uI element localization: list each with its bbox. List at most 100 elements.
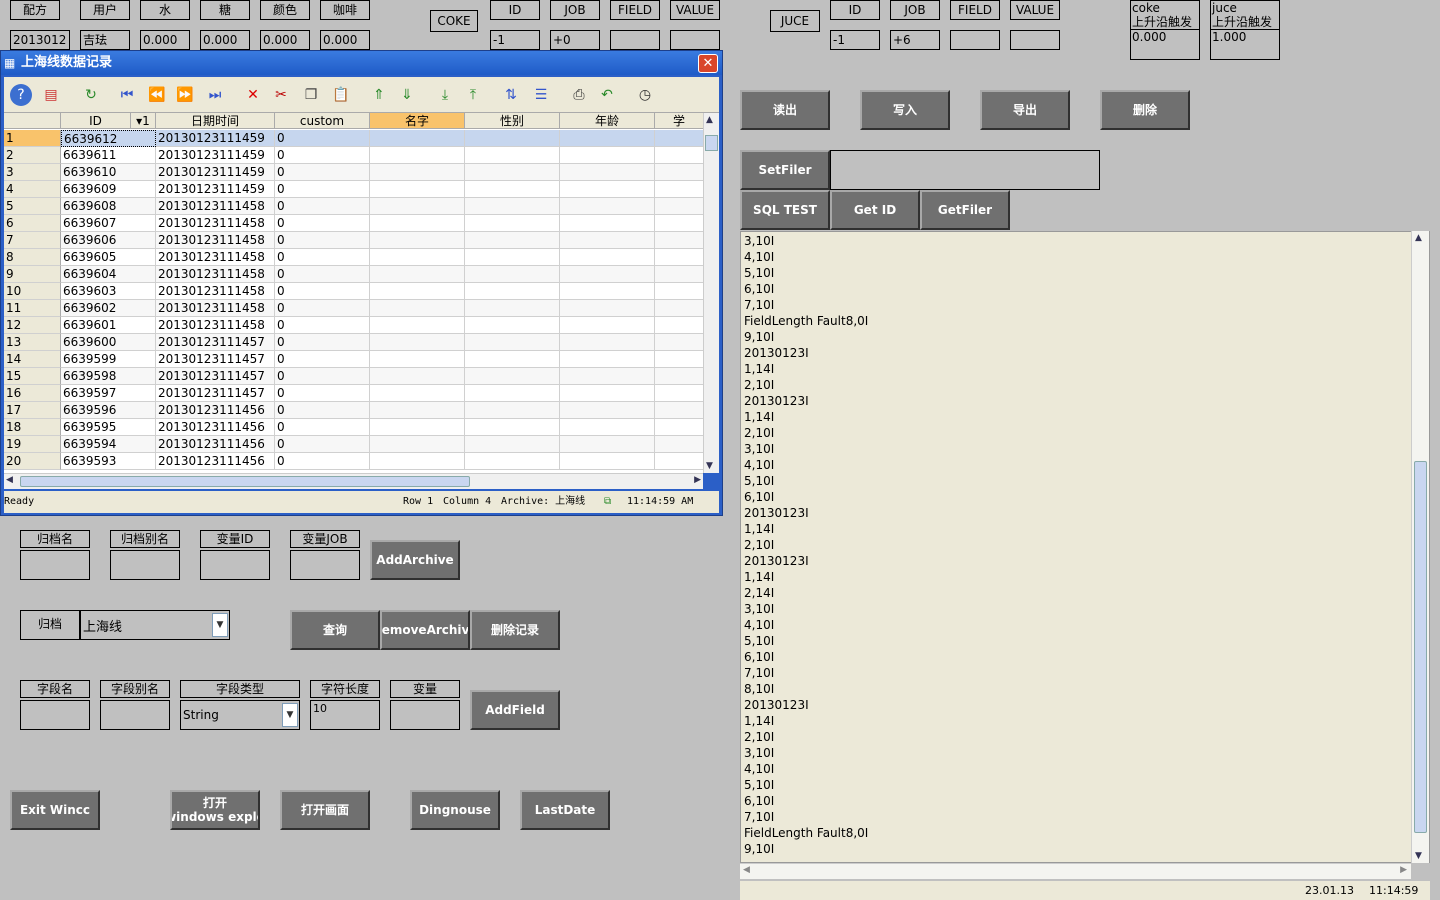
delete-icon[interactable]: ✕ <box>242 84 264 106</box>
table-cell[interactable]: 5 <box>4 198 61 215</box>
table-cell[interactable]: 6639594 <box>61 436 156 453</box>
open-explorer-button[interactable]: 打开 windows explo <box>170 790 260 830</box>
coke-field-field[interactable] <box>610 30 660 50</box>
table-cell[interactable] <box>370 317 465 334</box>
table-cell[interactable]: 7 <box>4 232 61 249</box>
variable-input[interactable] <box>390 700 460 730</box>
table-cell[interactable]: 0 <box>275 436 370 453</box>
log-scroll-right-icon[interactable]: ▶ <box>1400 865 1407 875</box>
table-cell[interactable] <box>560 181 655 198</box>
table-cell[interactable] <box>560 249 655 266</box>
table-cell[interactable] <box>370 385 465 402</box>
table-cell[interactable] <box>560 368 655 385</box>
hscroll-thumb[interactable] <box>20 476 470 487</box>
cut-icon[interactable]: ✂ <box>270 84 292 106</box>
query-button[interactable]: 查询 <box>290 610 380 650</box>
table-cell[interactable]: 6 <box>4 215 61 232</box>
table-cell[interactable]: 0 <box>275 402 370 419</box>
getfiler-button[interactable]: GetFiler <box>920 190 1010 230</box>
table-cell[interactable]: 17 <box>4 402 61 419</box>
add-archive-button[interactable]: AddArchive <box>370 540 460 580</box>
filter-icon[interactable]: ☰ <box>530 84 552 106</box>
table-row[interactable]: 12 6639601 20130123111458 0 <box>4 317 704 334</box>
table-cell[interactable] <box>560 130 655 147</box>
table-cell[interactable] <box>465 453 560 470</box>
table-cell[interactable] <box>465 249 560 266</box>
table-cell[interactable] <box>370 368 465 385</box>
table-cell[interactable]: 13 <box>4 334 61 351</box>
field-name-input[interactable] <box>20 700 90 730</box>
add-field-button[interactable]: AddField <box>470 690 560 730</box>
col-header-study[interactable]: 学 <box>655 113 704 129</box>
table-cell[interactable]: 6639607 <box>61 215 156 232</box>
table-row[interactable]: 2 6639611 20130123111459 0 <box>4 147 704 164</box>
table-cell[interactable] <box>465 419 560 436</box>
table-cell[interactable]: 20130123111458 <box>156 215 275 232</box>
timer-icon[interactable]: ◷ <box>634 84 656 106</box>
close-button[interactable]: ✕ <box>698 54 718 73</box>
table-cell[interactable]: 2 <box>4 147 61 164</box>
table-cell[interactable]: 10 <box>4 283 61 300</box>
window-titlebar[interactable]: ▦ 上海线数据记录 ✕ <box>1 51 722 75</box>
table-cell[interactable] <box>655 453 704 470</box>
table-cell[interactable] <box>465 215 560 232</box>
scroll-down-icon[interactable]: ▼ <box>706 461 713 471</box>
table-cell[interactable] <box>370 436 465 453</box>
exit-wincc-button[interactable]: Exit Wincc <box>10 790 100 830</box>
table-cell[interactable] <box>560 283 655 300</box>
table-cell[interactable] <box>655 164 704 181</box>
var-id-input[interactable] <box>200 550 270 580</box>
move-down-icon[interactable]: ⇓ <box>396 84 418 106</box>
juce-id-field[interactable]: -1 <box>830 30 880 50</box>
table-cell[interactable] <box>655 368 704 385</box>
scroll-thumb[interactable] <box>705 135 718 151</box>
scroll-right-icon[interactable]: ▶ <box>694 475 701 485</box>
juce-job-field[interactable]: +6 <box>890 30 940 50</box>
table-cell[interactable] <box>655 147 704 164</box>
table-cell[interactable] <box>370 215 465 232</box>
recipe-value-2[interactable]: 0.000 <box>140 30 190 50</box>
col-header-id[interactable]: ID <box>61 113 131 129</box>
table-cell[interactable]: 0 <box>275 232 370 249</box>
table-row[interactable]: 17 6639596 20130123111456 0 <box>4 402 704 419</box>
table-cell[interactable] <box>370 164 465 181</box>
get-id-button[interactable]: Get ID <box>830 190 920 230</box>
archive-name-input[interactable] <box>20 550 90 580</box>
table-cell[interactable]: 0 <box>275 215 370 232</box>
last-record-icon[interactable]: ⏭ <box>204 84 226 106</box>
log-scroll-up-icon[interactable]: ▲ <box>1415 233 1422 243</box>
table-cell[interactable]: 9 <box>4 266 61 283</box>
table-cell[interactable]: 6639595 <box>61 419 156 436</box>
table-row[interactable]: 11 6639602 20130123111458 0 <box>4 300 704 317</box>
log-scroll-left-icon[interactable]: ◀ <box>743 865 750 875</box>
table-cell[interactable] <box>560 334 655 351</box>
recipe-value-5[interactable]: 0.000 <box>320 30 370 50</box>
table-cell[interactable]: 6639604 <box>61 266 156 283</box>
table-cell[interactable]: 20130123111458 <box>156 317 275 334</box>
table-cell[interactable]: 20130123111458 <box>156 300 275 317</box>
table-cell[interactable]: 6639608 <box>61 198 156 215</box>
table-cell[interactable] <box>560 351 655 368</box>
scroll-left-icon[interactable]: ◀ <box>6 475 13 485</box>
table-cell[interactable] <box>465 436 560 453</box>
table-cell[interactable]: 12 <box>4 317 61 334</box>
table-cell[interactable]: 20130123111456 <box>156 436 275 453</box>
log-horizontal-scrollbar[interactable]: ◀ ▶ <box>740 863 1411 879</box>
table-cell[interactable] <box>560 232 655 249</box>
col-header-age[interactable]: 年龄 <box>560 113 655 129</box>
col-header-name[interactable]: 名字 <box>370 113 465 129</box>
coke-id-field[interactable]: -1 <box>490 30 540 50</box>
table-cell[interactable] <box>655 283 704 300</box>
first-record-icon[interactable]: ⏮ <box>116 84 138 106</box>
table-cell[interactable] <box>560 402 655 419</box>
table-cell[interactable] <box>655 232 704 249</box>
table-cell[interactable]: 20130123111458 <box>156 198 275 215</box>
table-cell[interactable] <box>370 351 465 368</box>
table-cell[interactable] <box>465 385 560 402</box>
table-cell[interactable]: 0 <box>275 164 370 181</box>
table-row[interactable]: 18 6639595 20130123111456 0 <box>4 419 704 436</box>
table-row[interactable]: 5 6639608 20130123111458 0 <box>4 198 704 215</box>
table-cell[interactable] <box>370 232 465 249</box>
table-row[interactable]: 6 6639607 20130123111458 0 <box>4 215 704 232</box>
table-cell[interactable] <box>465 334 560 351</box>
